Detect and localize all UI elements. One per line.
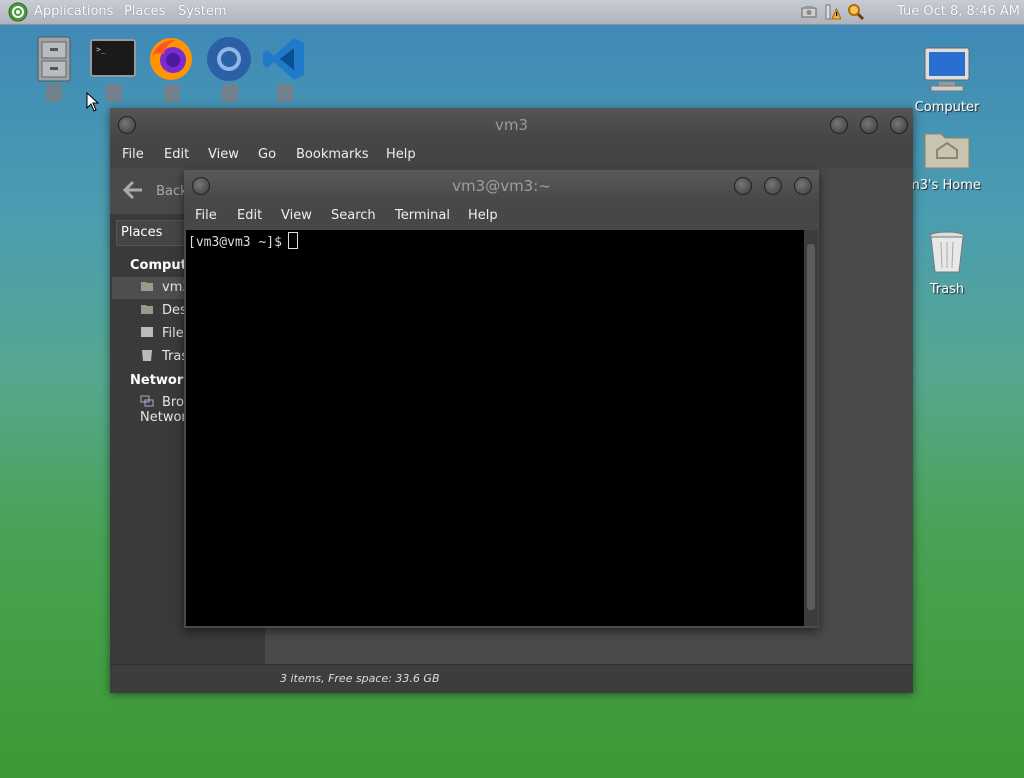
drive-icon xyxy=(141,327,153,337)
terminal-prompt-line: [vm3@vm3 ~]$ xyxy=(188,232,298,250)
file-manager-titlebar[interactable]: vm3 xyxy=(110,108,913,142)
vscode-launcher-icon[interactable] xyxy=(260,34,310,84)
mouse-pointer-icon xyxy=(86,92,100,112)
launcher-indicator xyxy=(46,84,62,102)
menu-file[interactable]: File xyxy=(122,147,144,162)
computer-icon xyxy=(924,47,970,92)
terminal-window[interactable]: vm3@vm3:~ File Edit View Search Terminal… xyxy=(184,170,819,628)
menu-go[interactable]: Go xyxy=(258,147,276,162)
maximize-button[interactable] xyxy=(764,177,782,195)
maximize-button[interactable] xyxy=(860,116,878,134)
places-menu[interactable]: Places xyxy=(124,4,165,19)
back-button[interactable]: Back xyxy=(122,180,188,200)
status-text: 3 items, Free space: 33.6 GB xyxy=(280,672,440,685)
minimize-button[interactable] xyxy=(830,116,848,134)
system-menu[interactable]: System xyxy=(178,4,226,19)
file-manager-menubar: File Edit View Go Bookmarks Help xyxy=(110,142,913,168)
desktop-trash-label: Trash xyxy=(929,282,965,297)
close-button[interactable] xyxy=(794,177,812,195)
desktop-trash[interactable]: Trash xyxy=(902,228,992,297)
search-icon[interactable] xyxy=(847,3,865,21)
close-button[interactable] xyxy=(890,116,908,134)
trash-icon xyxy=(142,350,152,361)
desktop-folder-icon xyxy=(141,305,153,314)
menu-bookmarks[interactable]: Bookmarks xyxy=(296,147,369,162)
menu-edit[interactable]: Edit xyxy=(237,208,262,223)
home-folder-icon xyxy=(924,133,970,169)
applications-menu[interactable]: Applications xyxy=(34,4,113,19)
home-folder-icon xyxy=(141,282,153,291)
desktop-computer-label: Computer xyxy=(914,100,980,115)
menu-file[interactable]: File xyxy=(195,208,217,223)
launcher-indicator xyxy=(277,84,293,102)
clock[interactable]: Tue Oct 8, 8:46 AM xyxy=(897,4,1020,19)
sidebar-header-network: Network xyxy=(130,373,192,388)
menu-help[interactable]: Help xyxy=(468,208,498,223)
top-panel: Applications Places System Tue Oct 8, 8:… xyxy=(0,0,1024,25)
menu-terminal[interactable]: Terminal xyxy=(395,208,450,223)
terminal-prompt: [vm3@vm3 ~]$ xyxy=(188,235,282,250)
menu-edit[interactable]: Edit xyxy=(164,147,189,162)
file-cabinet-launcher-icon[interactable] xyxy=(30,34,80,84)
trash-icon xyxy=(929,231,965,273)
file-manager-statusbar: 3 items, Free space: 33.6 GB xyxy=(110,664,913,693)
chrome-launcher-icon[interactable] xyxy=(204,34,254,84)
terminal-title: vm3@vm3:~ xyxy=(452,177,551,195)
terminal-titlebar[interactable]: vm3@vm3:~ xyxy=(184,170,819,202)
scrollbar-thumb[interactable] xyxy=(807,244,815,610)
desktop-computer[interactable]: Computer xyxy=(902,46,992,115)
menu-view[interactable]: View xyxy=(208,147,239,162)
terminal-scrollbar[interactable] xyxy=(804,230,818,626)
menu-search[interactable]: Search xyxy=(331,208,376,223)
window-menu-button[interactable] xyxy=(192,177,210,195)
file-manager-title: vm3 xyxy=(494,116,529,134)
terminal-menubar: File Edit View Search Terminal Help xyxy=(184,202,819,230)
minimize-button[interactable] xyxy=(734,177,752,195)
update-warning-icon[interactable] xyxy=(823,3,841,21)
firefox-launcher-icon[interactable] xyxy=(146,34,196,84)
launcher-indicator xyxy=(106,84,122,102)
launcher-indicator xyxy=(222,84,238,102)
places-label: Places xyxy=(121,225,163,240)
desktop-home[interactable]: m3's Home xyxy=(902,128,992,193)
terminal-launcher-icon[interactable]: >_ xyxy=(88,34,138,84)
back-label: Back xyxy=(156,184,188,199)
menu-help[interactable]: Help xyxy=(386,147,416,162)
terminal-cursor xyxy=(287,232,298,249)
distro-logo-icon[interactable] xyxy=(8,2,28,22)
menu-view[interactable]: View xyxy=(281,208,312,223)
svg-text:>_: >_ xyxy=(96,45,106,54)
network-icon xyxy=(140,395,154,407)
network-icon[interactable] xyxy=(800,3,818,21)
window-menu-button[interactable] xyxy=(118,116,136,134)
terminal-screen[interactable]: [vm3@vm3 ~]$ xyxy=(186,230,804,626)
launcher-indicator xyxy=(164,84,180,102)
back-arrow-icon xyxy=(122,180,142,200)
